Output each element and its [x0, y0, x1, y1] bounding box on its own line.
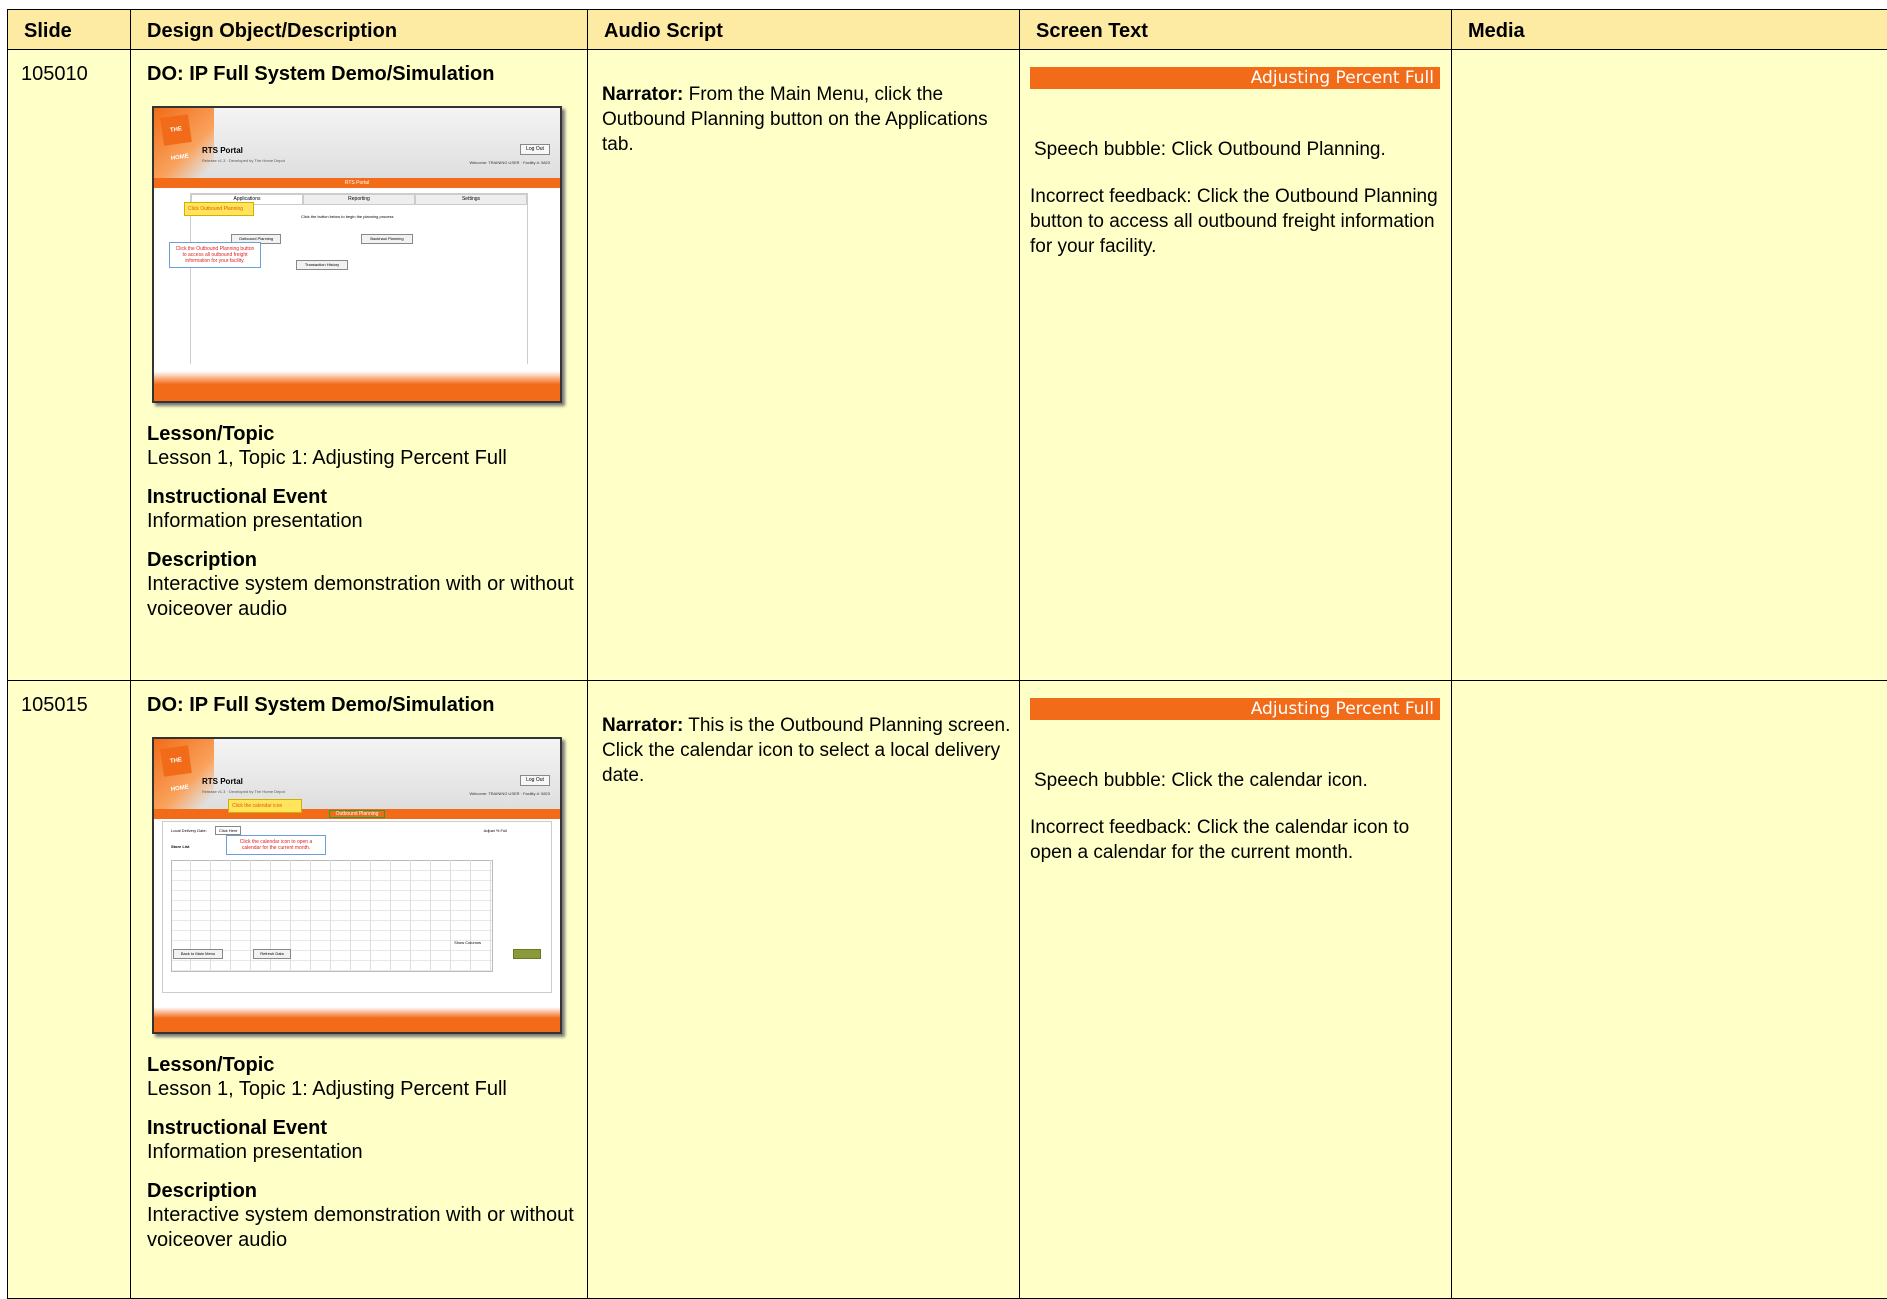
header-media: Media	[1452, 10, 1887, 50]
header-audio: Audio Script	[588, 10, 1020, 50]
header-slide: Slide	[8, 10, 131, 50]
media-cell	[1452, 50, 1887, 681]
home-depot-logo-icon: THE HOME DEPOT	[160, 114, 192, 146]
incorrect-feedback-text: Incorrect feedback: Click the calendar i…	[1030, 815, 1440, 865]
thumb-portal-sub: Release v1.3 · Developed by The Home Dep…	[202, 789, 285, 794]
header-row: Slide Design Object/Description Audio Sc…	[8, 10, 1887, 50]
screen-text-cell: Adjusting Percent Full Speech bubble: Cl…	[1020, 681, 1452, 1299]
description-heading: Description	[147, 1180, 587, 1203]
thumb-speech-bubble: Click Outbound Planning	[184, 202, 254, 216]
thumb-instruction: Click the button below to begin the plan…	[301, 214, 394, 219]
thumb-title-bar: RTS Portal	[154, 178, 560, 188]
thumb-history-button: Transaction History	[296, 260, 348, 270]
thumb-main-menu-button: Back to Main Menu	[173, 949, 223, 959]
do-title: DO: IP Full System Demo/Simulation	[147, 63, 587, 86]
thumb-header	[154, 108, 560, 178]
thumb-logout-button: Log Out	[520, 775, 550, 786]
description-text: Interactive system demonstration with or…	[147, 572, 587, 622]
narrator-label: Narrator:	[602, 715, 683, 736]
design-cell: DO: IP Full System Demo/Simulation THE H…	[131, 50, 588, 681]
description-heading: Description	[147, 549, 587, 572]
audio-cell: Narrator: This is the Outbound Planning …	[588, 681, 1020, 1299]
event-text: Information presentation	[147, 1140, 587, 1165]
speech-bubble-text: Speech bubble: Click Outbound Planning.	[1034, 137, 1451, 162]
thumb-store-list-label: Store List	[171, 844, 189, 849]
thumb-footer	[154, 364, 560, 401]
speech-bubble-text: Speech bubble: Click the calendar icon.	[1034, 768, 1451, 793]
event-text: Information presentation	[147, 509, 587, 534]
lesson-text: Lesson 1, Topic 1: Adjusting Percent Ful…	[147, 446, 587, 471]
table-row: 105015 DO: IP Full System Demo/Simulatio…	[8, 681, 1887, 1299]
thumb-outbound-title: Outbound Planning	[329, 810, 386, 818]
thumb-header	[154, 739, 560, 809]
header-design: Design Object/Description	[131, 10, 588, 50]
media-cell	[1452, 681, 1887, 1299]
thumb-refresh-button: Refresh Data	[253, 949, 291, 959]
thumb-panel: Applications Reporting Settings Click th…	[190, 193, 528, 370]
storyboard-table: Slide Design Object/Description Audio Sc…	[7, 9, 1887, 1299]
thumb-tab-settings: Settings	[415, 194, 527, 205]
event-heading: Instructional Event	[147, 1117, 587, 1140]
table-row: 105010 DO: IP Full System Demo/Simulatio…	[8, 50, 1887, 681]
screenshot-thumbnail: THE HOME DEPOT RTS Portal Release v1.3 ·…	[152, 737, 562, 1034]
topic-banner: Adjusting Percent Full	[1030, 698, 1440, 720]
thumb-welcome: Welcome: TRAINING USER · Facility #: 582…	[469, 160, 550, 165]
thumb-footer	[154, 1001, 560, 1032]
thumb-portal-sub: Release v1.3 · Developed by The Home Dep…	[202, 158, 285, 163]
thumb-welcome: Welcome: TRAINING USER · Facility #: 582…	[469, 791, 550, 796]
thumb-show-columns: Show Columns	[454, 940, 481, 945]
audio-cell: Narrator: From the Main Menu, click the …	[588, 50, 1020, 681]
home-depot-logo-icon: THE HOME DEPOT	[160, 745, 192, 777]
thumb-feedback-box: Click the Outbound Planning button to ac…	[169, 242, 261, 268]
lesson-text: Lesson 1, Topic 1: Adjusting Percent Ful…	[147, 1077, 587, 1102]
topic-banner: Adjusting Percent Full	[1030, 67, 1440, 89]
thumb-logout-button: Log Out	[520, 144, 550, 155]
event-heading: Instructional Event	[147, 486, 587, 509]
slide-cell: 105015	[8, 681, 131, 1299]
header-screen: Screen Text	[1020, 10, 1452, 50]
thumb-date-label: Local Delivery Date:	[171, 828, 207, 833]
thumb-date-field: Click Here	[215, 826, 241, 835]
lesson-heading: Lesson/Topic	[147, 1054, 587, 1077]
slide-number: 105015	[8, 681, 130, 717]
thumb-speech-bubble: Click the calendar icon	[228, 799, 302, 813]
description-text: Interactive system demonstration with or…	[147, 1203, 587, 1253]
screenshot-thumbnail: THE HOME DEPOT RTS Portal Release v1.3 ·…	[152, 106, 562, 403]
do-title: DO: IP Full System Demo/Simulation	[147, 694, 587, 717]
slide-cell: 105010	[8, 50, 131, 681]
thumb-backhaul-button: Backhaul Planning	[361, 234, 413, 244]
thumb-panel: Local Delivery Date: Click Here Adjust %…	[162, 821, 552, 993]
slide-number: 105010	[8, 50, 130, 86]
design-cell: DO: IP Full System Demo/Simulation THE H…	[131, 681, 588, 1299]
thumb-feedback-box: Click the calendar icon to open a calend…	[226, 835, 326, 855]
thumb-portal-title: RTS Portal	[202, 146, 243, 155]
thumb-adjust-label: Adjust % Full	[484, 828, 507, 833]
thumb-portal-title: RTS Portal	[202, 777, 243, 786]
incorrect-feedback-text: Incorrect feedback: Click the Outbound P…	[1030, 184, 1440, 259]
narrator-label: Narrator:	[602, 84, 683, 105]
thumb-submit-button	[513, 949, 541, 959]
thumb-title-bar: Outbound Planning	[154, 809, 560, 819]
lesson-heading: Lesson/Topic	[147, 423, 587, 446]
screen-text-cell: Adjusting Percent Full Speech bubble: Cl…	[1020, 50, 1452, 681]
thumb-tab-reporting: Reporting	[303, 194, 415, 205]
